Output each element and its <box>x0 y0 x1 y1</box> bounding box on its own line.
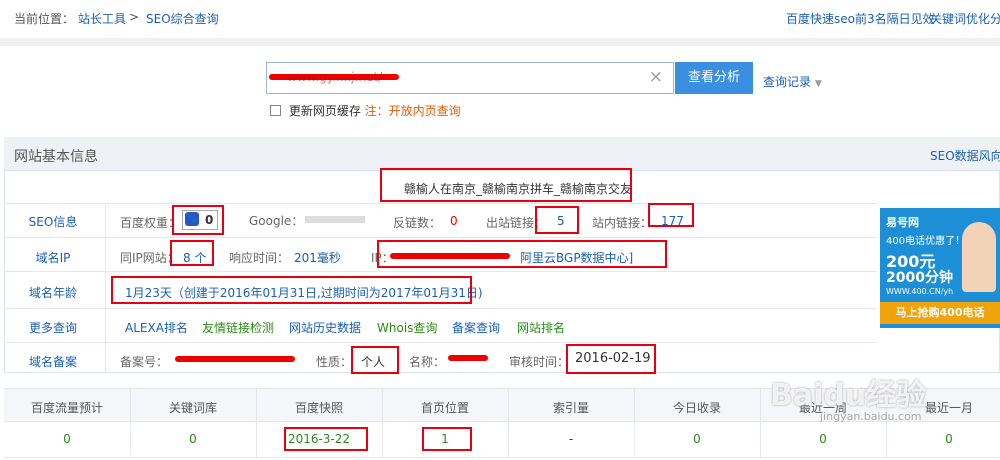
row-divider <box>5 271 877 272</box>
link-site-rank[interactable]: 网站排名 <box>517 319 565 336</box>
ad-cta: 马上抢购400电话 <box>880 302 1000 324</box>
seo-trend-link[interactable]: SEO数据风向 <box>930 147 1000 164</box>
link-whois[interactable]: Whois查询 <box>377 319 437 336</box>
analyze-button[interactable]: 查看分析 <box>675 62 753 94</box>
inlinks-label: 站内链接： <box>592 216 653 230</box>
ad-brand: 易号网 <box>886 216 919 229</box>
highlight-box-age <box>111 276 472 304</box>
column-divider <box>105 238 106 271</box>
header-index: 索引量 <box>552 401 589 415</box>
highlight-box-ip <box>377 240 667 268</box>
backlinks-value[interactable]: 0 <box>450 214 458 228</box>
name-label: 名称： <box>409 355 446 369</box>
google-label: Google： <box>249 214 304 228</box>
response-time-value: 201毫秒 <box>294 251 341 265</box>
header-keywords: 关键词库 <box>168 401 217 415</box>
highlight-box-snapshot <box>284 427 368 451</box>
baidu-watermark-url: jingyan.baidu.com <box>820 410 922 423</box>
link-friend-links[interactable]: 友情链接检测 <box>202 319 274 336</box>
ad-line1: 400电话优惠了！ <box>886 236 966 247</box>
breadcrumb-current[interactable]: SEO综合查询 <box>146 10 219 27</box>
row-divider <box>5 308 877 309</box>
row-label-ip[interactable]: 域名IP <box>8 249 98 266</box>
header-snapshot: 百度快照 <box>294 401 343 415</box>
breadcrumb-prefix: 当前位置： <box>14 12 75 26</box>
promo-link-seo[interactable]: 百度快速seo前3名隔日见效 <box>786 10 935 27</box>
column-divider <box>105 343 106 373</box>
cache-note: 注：开放内页查询 <box>364 104 461 118</box>
baidu-watermark: Baidu经验 <box>770 378 927 413</box>
ad-url: WWW.400.CN/yh <box>886 287 954 296</box>
row-label-more[interactable]: 更多查询 <box>8 319 98 336</box>
highlight-box-same-ip <box>170 240 214 266</box>
value-traffic: 0 <box>63 432 71 446</box>
column-divider <box>105 309 106 342</box>
row-label-age[interactable]: 域名年龄 <box>8 284 98 301</box>
highlight-box-site-title <box>380 168 632 202</box>
google-rank-bar <box>305 213 365 227</box>
site-info-header: 网站基本信息 SEO数据风向 <box>4 137 1000 171</box>
value-week: 0 <box>819 432 827 446</box>
highlight-box-review <box>566 344 656 374</box>
stats-table-row: 0 0 2016-3-22 1 - 0 0 0 <box>4 422 1000 458</box>
response-time-label: 响应时间： <box>229 251 290 265</box>
value-month: 0 <box>945 432 953 446</box>
cache-option[interactable]: 更新网页缓存 注：开放内页查询 <box>270 102 461 119</box>
value-keywords[interactable]: 0 <box>130 432 256 446</box>
row-divider <box>5 342 877 343</box>
icp-number-label: 备案号： <box>120 355 169 369</box>
ad-person-image <box>962 222 996 292</box>
nature-label: 性质： <box>316 355 353 369</box>
row-label-icp[interactable]: 域名备案 <box>8 353 98 370</box>
value-today: 0 <box>693 432 701 446</box>
row-divider <box>5 237 877 238</box>
header-home-position: 首页位置 <box>420 401 469 415</box>
highlight-box-nature <box>351 346 399 374</box>
link-icp[interactable]: 备案查询 <box>452 319 500 336</box>
row-divider <box>5 203 877 204</box>
update-cache-checkbox[interactable] <box>270 105 281 116</box>
review-time-label: 审核时间： <box>509 355 570 369</box>
chevron-down-icon: ▼ <box>814 79 822 89</box>
query-history-label: 查询记录 <box>763 75 812 89</box>
baidu-weight-label: 百度权重： <box>120 216 181 230</box>
highlight-box-weight <box>172 205 224 235</box>
query-history-dropdown[interactable]: 查询记录 ▼ <box>763 73 822 90</box>
link-alexa[interactable]: ALEXA排名 <box>125 319 188 336</box>
redaction-scribble <box>448 355 488 361</box>
ad-price2: 2000分钟 <box>886 270 953 286</box>
search-input-value: www.gy.....j.net/ <box>287 70 383 84</box>
promo-link-keyword[interactable]: 关键词优化分 <box>930 10 1000 27</box>
clear-icon[interactable]: × <box>649 67 663 87</box>
value-index: - <box>568 432 574 446</box>
highlight-box-inlinks <box>648 203 694 227</box>
breadcrumb-separator: > <box>129 10 140 24</box>
header-today: 今日收录 <box>672 401 721 415</box>
highlight-box-home-position <box>422 427 472 451</box>
breadcrumb-tools-link[interactable]: 站长工具 <box>78 10 126 27</box>
top-bar: 当前位置： 站长工具 > SEO综合查询 百度快速seo前3名隔日见效 关键词优… <box>0 0 1000 38</box>
link-history[interactable]: 网站历史数据 <box>289 319 361 336</box>
header-traffic: 百度流量预计 <box>30 401 103 415</box>
ad-banner-400[interactable]: 易号网 400电话优惠了！ 200元 2000分钟 WWW.400.CN/yh … <box>880 208 1000 328</box>
row-label-seo[interactable]: SEO信息 <box>8 213 98 230</box>
highlight-box-outlinks <box>535 206 579 234</box>
column-divider <box>105 204 106 237</box>
cache-label: 更新网页缓存 <box>288 104 361 118</box>
backlinks-label: 反链数： <box>393 216 442 230</box>
redaction-scribble <box>175 356 295 362</box>
column-divider <box>105 272 106 308</box>
panel-title: 网站基本信息 <box>14 149 98 165</box>
header-divider <box>0 38 1000 46</box>
search-input[interactable]: www.gy.....j.net/ × <box>266 62 674 94</box>
